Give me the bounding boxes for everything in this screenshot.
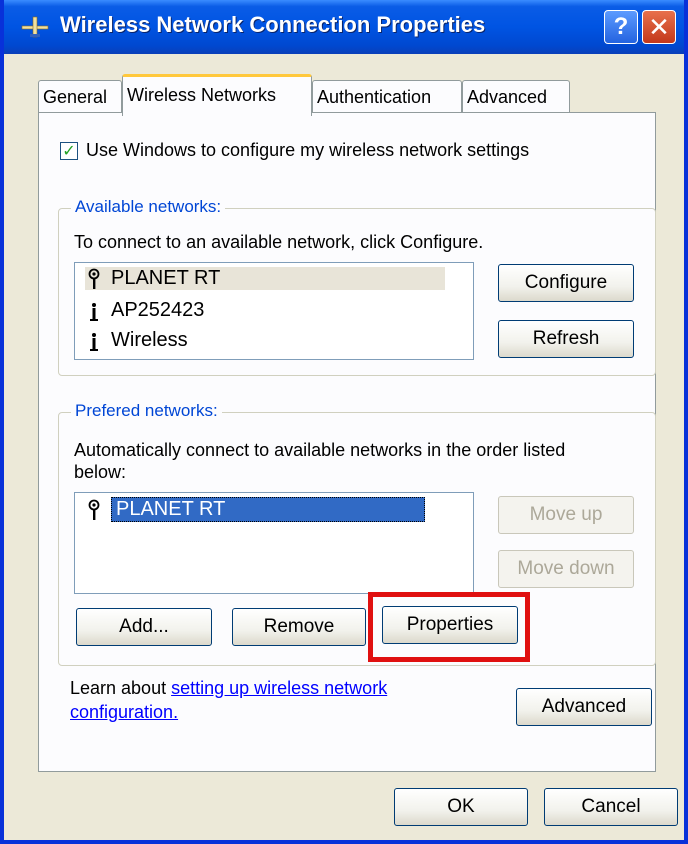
window-title: Wireless Network Connection Properties xyxy=(60,12,486,37)
remove-button[interactable]: Remove xyxy=(232,608,366,646)
available-instruction: To connect to an available network, clic… xyxy=(74,232,484,252)
learn-about-text: Learn about setting up wireless network … xyxy=(70,676,490,724)
properties-highlight-box xyxy=(368,592,530,662)
list-item[interactable]: PLANET RT xyxy=(85,267,445,290)
properties-window: Wireless Network Connection Properties ?… xyxy=(0,0,688,844)
network-connection-icon xyxy=(21,16,49,38)
learn-prefix: Learn about xyxy=(70,678,172,698)
cancel-button[interactable]: Cancel xyxy=(544,788,678,826)
preferred-networks-list[interactable]: PLANET RT xyxy=(74,492,474,594)
add-button[interactable]: Add... xyxy=(76,608,212,646)
use-windows-label: Use Windows to configure my wireless net… xyxy=(86,140,530,160)
tab-general[interactable]: General xyxy=(38,80,122,112)
ok-button[interactable]: OK xyxy=(394,788,528,826)
list-item[interactable]: PLANET RT xyxy=(85,497,425,522)
available-networks-title: Available networks: xyxy=(71,197,226,217)
preferred-networks-title: Prefered networks: xyxy=(71,401,222,421)
network-name: AP252423 xyxy=(111,299,205,321)
move-up-button[interactable]: Move up xyxy=(498,496,634,534)
antenna-icon xyxy=(90,302,98,321)
antenna-icon xyxy=(90,332,98,351)
available-networks-list[interactable]: PLANET RT AP252423 Wireless xyxy=(74,262,474,360)
tab-wireless-networks[interactable]: Wireless Networks xyxy=(122,74,312,116)
network-name: PLANET RT xyxy=(111,497,425,522)
close-button[interactable]: ✕ xyxy=(642,10,676,44)
configure-button[interactable]: Configure xyxy=(498,264,634,302)
use-windows-checkbox[interactable]: ✓ xyxy=(60,141,78,160)
network-name: Wireless xyxy=(111,329,188,351)
use-windows-checkbox-row[interactable]: ✓ Use Windows to configure my wireless n… xyxy=(60,140,529,161)
help-button[interactable]: ? xyxy=(604,10,638,44)
antenna-configured-icon xyxy=(88,268,100,289)
close-icon: ✕ xyxy=(648,11,670,42)
title-bar[interactable]: Wireless Network Connection Properties ?… xyxy=(4,0,684,54)
antenna-configured-icon xyxy=(88,499,100,520)
tab-advanced[interactable]: Advanced xyxy=(462,80,570,112)
setup-link-line1[interactable]: setting up wireless network xyxy=(171,678,387,698)
checkmark-icon: ✓ xyxy=(62,142,76,160)
tab-authentication[interactable]: Authentication xyxy=(312,80,462,112)
move-down-button[interactable]: Move down xyxy=(498,550,634,588)
refresh-button[interactable]: Refresh xyxy=(498,320,634,358)
advanced-button[interactable]: Advanced xyxy=(516,688,652,726)
setup-link-line2[interactable]: configuration. xyxy=(70,702,178,722)
preferred-instruction-line2: below: xyxy=(74,462,127,482)
preferred-instruction-line1: Automatically connect to available netwo… xyxy=(74,440,566,460)
list-item[interactable]: AP252423 xyxy=(85,299,204,322)
help-icon: ? xyxy=(613,13,629,40)
network-name: PLANET RT xyxy=(111,267,221,289)
list-item[interactable]: Wireless xyxy=(85,329,188,352)
